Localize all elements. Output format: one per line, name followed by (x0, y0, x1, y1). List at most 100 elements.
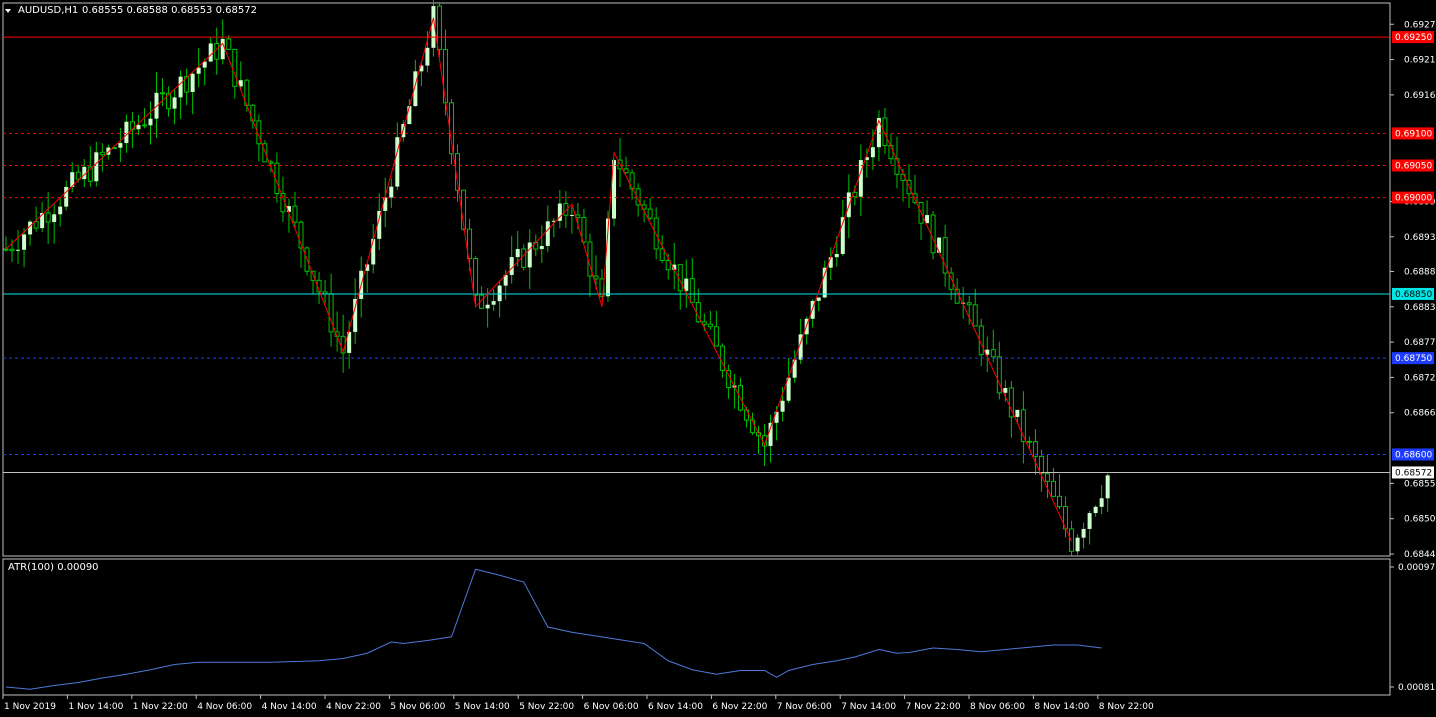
symbol-label: AUDUSD,H1 (18, 5, 78, 16)
zigzag-line (5, 17, 1073, 542)
x-tick-label: 5 Nov 14:00 (455, 702, 510, 712)
candle-bear (292, 205, 298, 223)
candle-bear (593, 275, 599, 280)
atr-title: ATR(100) 0.00090 (8, 562, 99, 573)
candle-bear (436, 5, 442, 51)
candle-bear (9, 248, 15, 252)
candle-bull (1093, 506, 1098, 514)
y-tick-label: 0.69160 (1404, 91, 1436, 101)
atr-y-tick-label: 0.00097 (1398, 563, 1435, 573)
candle-bull (425, 47, 430, 66)
candle-bear (629, 172, 635, 190)
y-tick-label: 0.68939 (1404, 233, 1436, 243)
price-level-label: 0.68572 (1395, 468, 1432, 478)
candle-bull (178, 76, 183, 98)
candle-bull (822, 267, 827, 298)
price-panel-frame (2, 2, 1391, 557)
chart-canvas: 0.692700.692150.691600.689940.689390.688… (2, 0, 1436, 712)
candle-bear (214, 42, 220, 60)
candle-bull (371, 238, 376, 265)
price-level-label: 0.68850 (1395, 290, 1432, 300)
atr-indicator-panel (2, 558, 1391, 696)
x-tick-label: 8 Nov 06:00 (970, 702, 1025, 712)
candle-bear (659, 248, 665, 262)
quote-label: 0.68555 0.68588 0.68553 0.68572 (82, 5, 257, 16)
candle-bull (64, 186, 69, 207)
candle-bear (160, 92, 166, 95)
y-tick-label: 0.68830 (1404, 303, 1436, 313)
candle-bull (1087, 513, 1092, 529)
x-tick-label: 5 Nov 06:00 (390, 702, 445, 712)
candle-bull (148, 118, 153, 126)
candle-bear (966, 302, 972, 306)
y-tick-label: 0.68555 (1404, 479, 1436, 489)
candle-bear (1044, 473, 1050, 482)
candle-bull (1015, 409, 1020, 417)
candle-bear (707, 323, 713, 328)
price-level-label: 0.68600 (1395, 450, 1432, 460)
candle-bull (539, 246, 544, 250)
x-tick-label: 6 Nov 14:00 (648, 702, 703, 712)
candle-bull (870, 147, 875, 158)
candle-bull (684, 278, 689, 291)
y-tick-label: 0.68885 (1404, 267, 1436, 277)
candle-bull (509, 257, 514, 275)
atr-y-tick-label: 0.00081 (1398, 683, 1435, 693)
y-tick-label: 0.68500 (1404, 515, 1436, 525)
candle-bear (701, 321, 707, 325)
x-tick-label: 7 Nov 14:00 (841, 702, 896, 712)
candle-bear (1038, 455, 1044, 475)
candle-bull (569, 214, 574, 216)
candle-bull (190, 73, 195, 93)
candle-bull (1099, 498, 1104, 507)
candle-bull (491, 301, 496, 305)
candle-bear (250, 104, 256, 122)
candle-bear (99, 151, 105, 156)
candle-bull (515, 248, 520, 258)
candle-bear (328, 293, 334, 333)
x-tick-label: 7 Nov 06:00 (777, 702, 832, 712)
x-tick-label: 5 Nov 22:00 (519, 702, 574, 712)
candle-bull (52, 214, 57, 223)
y-tick-label: 0.69270 (1404, 20, 1436, 30)
x-tick-label: 6 Nov 06:00 (584, 702, 639, 712)
candle-bull (196, 67, 201, 74)
y-tick-label: 0.68445 (1404, 550, 1436, 560)
candle-bull (118, 143, 123, 148)
candle-bull (876, 117, 881, 148)
dropdown-triangle-icon[interactable] (5, 9, 11, 13)
candle-bear (713, 326, 719, 347)
candle-bear (1057, 495, 1063, 508)
candle-bull (16, 249, 21, 251)
candle-bear (689, 278, 695, 304)
candle-bear (990, 349, 996, 358)
x-tick-label: 1 Nov 22:00 (133, 702, 188, 712)
candle-bull (220, 38, 225, 60)
y-tick-label: 0.68665 (1404, 409, 1436, 419)
candle-bear (581, 217, 587, 243)
candle-bear (972, 304, 978, 327)
candle-bear (232, 48, 238, 87)
candle-bull (389, 186, 394, 198)
candle-bull (172, 97, 177, 109)
axes: 0.692700.692150.691600.689940.689390.688… (2, 20, 1436, 712)
x-tick-label: 4 Nov 22:00 (326, 702, 381, 712)
atr-series-line (5, 568, 1102, 690)
candle-bear (521, 248, 527, 268)
x-tick-label: 8 Nov 22:00 (1099, 702, 1154, 712)
y-tick-label: 0.68775 (1404, 338, 1436, 348)
candle-bull (497, 285, 502, 302)
candle-bull (136, 124, 141, 130)
candle-bull (1081, 528, 1086, 538)
candle-bear (45, 212, 51, 223)
candle-bull (22, 234, 27, 250)
candle-bull (485, 304, 490, 309)
candle-bear (226, 38, 232, 50)
main-price-panel (2, 0, 1391, 557)
candle-bull (208, 43, 213, 62)
candle-bull (1075, 537, 1080, 552)
price-level-label: 0.69100 (1395, 129, 1432, 139)
candle-bear (442, 49, 448, 104)
candle-bull (780, 400, 785, 412)
price-level-label: 0.68750 (1395, 354, 1432, 364)
